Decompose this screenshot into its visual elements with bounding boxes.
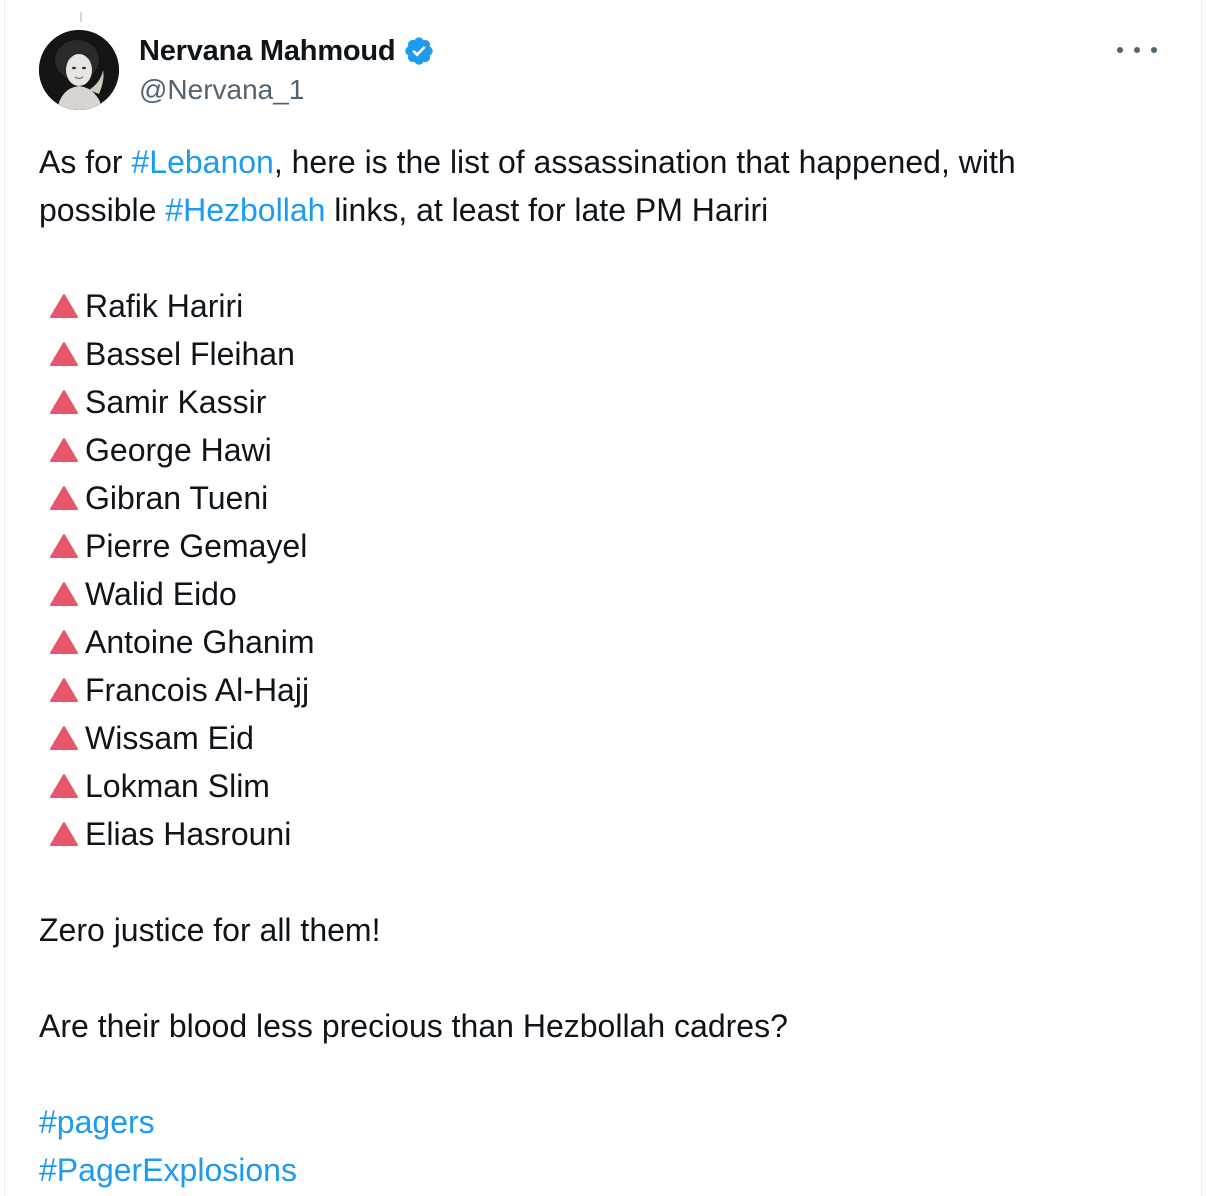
- avatar[interactable]: [39, 30, 119, 110]
- list-item: Lokman Slim: [39, 762, 1179, 810]
- tweet-header: Nervana Mahmoud @Nervana_1: [39, 30, 1189, 110]
- red-triangle-up-icon: [49, 581, 79, 607]
- verified-badge-icon[interactable]: [403, 35, 435, 67]
- list-item-label: Elias Hasrouni: [85, 816, 292, 852]
- handle[interactable]: @Nervana_1: [139, 74, 304, 106]
- list-item: Pierre Gemayel: [39, 522, 1179, 570]
- list-item-label: Samir Kassir: [85, 384, 267, 420]
- red-triangle-up-icon: [49, 437, 79, 463]
- intro-text: , here is the list of assassination that…: [273, 144, 1016, 180]
- intro-line-2: possible #Hezbollah links, at least for …: [39, 186, 1179, 234]
- red-triangle-up-icon: [49, 533, 79, 559]
- red-triangle-up-icon: [49, 629, 79, 655]
- red-triangle-up-icon: [49, 341, 79, 367]
- red-triangle-up-icon: [49, 821, 79, 847]
- hashtag-link[interactable]: #pagers: [39, 1098, 1179, 1146]
- tweet-card: Nervana Mahmoud @Nervana_1 As for #Leban…: [4, 0, 1202, 1196]
- red-triangle-up-icon: [49, 485, 79, 511]
- red-triangle-up-icon: [49, 293, 79, 319]
- list-item: Walid Eido: [39, 570, 1179, 618]
- list-item-label: Bassel Fleihan: [85, 336, 295, 372]
- intro-text: possible: [39, 192, 166, 228]
- hashtag-link[interactable]: #Hezbollah: [165, 192, 325, 228]
- list-item: George Hawi: [39, 426, 1179, 474]
- list-item-label: Pierre Gemayel: [85, 528, 308, 564]
- more-options-button[interactable]: [1117, 38, 1157, 62]
- list-item: Rafik Hariri: [39, 282, 1179, 330]
- intro-text: links, at least for late PM Hariri: [325, 192, 769, 228]
- hashtag-link[interactable]: #Lebanon: [131, 144, 273, 180]
- red-triangle-up-icon: [49, 773, 79, 799]
- more-options-icon: [1117, 38, 1157, 62]
- list-item-label: Lokman Slim: [85, 768, 270, 804]
- justice-line: Zero justice for all them!: [39, 912, 381, 948]
- list-item: Francois Al-Hajj: [39, 666, 1179, 714]
- red-triangle-up-icon: [49, 725, 79, 751]
- question-line: Are their blood less precious than Hezbo…: [39, 1008, 788, 1044]
- intro-line-1: As for #Lebanon, here is the list of ass…: [39, 138, 1179, 186]
- list-item-label: Antoine Ghanim: [85, 624, 315, 660]
- intro-text: As for: [39, 144, 132, 180]
- list-item-label: Walid Eido: [85, 576, 237, 612]
- red-triangle-up-icon: [49, 389, 79, 415]
- name-row: Nervana Mahmoud: [139, 32, 435, 70]
- list-item: Elias Hasrouni: [39, 810, 1179, 858]
- display-name[interactable]: Nervana Mahmoud: [139, 35, 396, 68]
- red-triangle-up-icon: [49, 677, 79, 703]
- list-item-label: George Hawi: [85, 432, 272, 468]
- list-item-label: Wissam Eid: [85, 720, 254, 756]
- list-item: Samir Kassir: [39, 378, 1179, 426]
- names-list: Rafik Hariri Bassel Fleihan Samir Kassir Ge…: [39, 282, 1179, 858]
- tweet-text: As for #Lebanon, here is the list of ass…: [39, 138, 1179, 1194]
- list-item-label: Gibran Tueni: [85, 480, 269, 516]
- list-item: Bassel Fleihan: [39, 330, 1179, 378]
- list-item: Wissam Eid: [39, 714, 1179, 762]
- list-item-label: Rafik Hariri: [85, 288, 244, 324]
- list-item: Gibran Tueni: [39, 474, 1179, 522]
- thread-connector: [80, 12, 82, 22]
- list-item-label: Francois Al-Hajj: [85, 672, 310, 708]
- hashtag-link[interactable]: #PagerExplosions: [39, 1146, 1179, 1194]
- list-item: Antoine Ghanim: [39, 618, 1179, 666]
